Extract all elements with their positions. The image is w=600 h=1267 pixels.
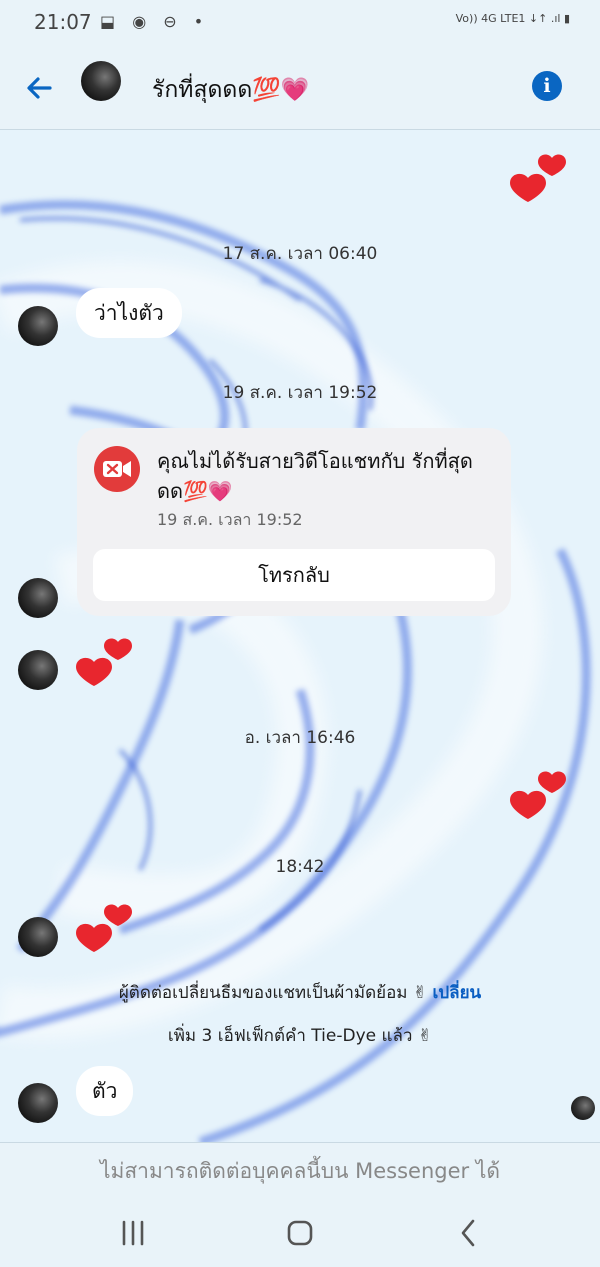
- timestamp: 18:42: [275, 857, 325, 877]
- missed-call-text: คุณไม่ได้รับสายวิดีโอแชทกับ รักที่สุดดด💯…: [157, 449, 473, 503]
- missed-call-time: 19 ส.ค. เวลา 19:52: [157, 510, 303, 529]
- avatar[interactable]: [18, 1083, 58, 1123]
- word-effect-notice: เพิ่ม 3 เอ็ฟเฟ็กต์คำ Tie-Dye แล้ว ✌: [167, 1026, 433, 1046]
- missed-call-card[interactable]: คุณไม่ได้รับสายวิดีโอแชทกับ รักที่สุดดด💯…: [77, 428, 511, 616]
- avatar[interactable]: [18, 578, 58, 618]
- heart-icon: [76, 904, 132, 952]
- timestamp: 19 ส.ค. เวลา 19:52: [222, 383, 378, 403]
- back-button[interactable]: [20, 68, 60, 108]
- recents-icon: [122, 1220, 144, 1246]
- recents-button[interactable]: [103, 1212, 163, 1252]
- nav-back-button[interactable]: [438, 1212, 498, 1252]
- heart-reaction[interactable]: [74, 634, 134, 694]
- theme-change-notice: ผู้ติดต่อเปลี่ยนธีมของแชทเป็นผ้ามัดย้อม …: [0, 979, 600, 1006]
- theme-change-text: ผู้ติดต่อเปลี่ยนธีมของแชทเป็นผ้ามัดย้อม …: [118, 983, 428, 1003]
- heart-icon: [510, 771, 566, 819]
- seen-avatar: [571, 1096, 595, 1120]
- call-back-button[interactable]: โทรกลับ: [93, 549, 495, 601]
- notification-icons: ⬓ ◉ ⊖ •: [100, 12, 210, 31]
- heart-icon: [76, 638, 132, 686]
- heart-reaction[interactable]: [74, 900, 134, 960]
- home-button[interactable]: [270, 1212, 330, 1252]
- info-button[interactable]: i: [532, 71, 562, 101]
- unavailable-banner: ไม่สามารถติดต่อบุคคลนี้บน Messenger ได้: [0, 1142, 600, 1198]
- contact-avatar[interactable]: [81, 61, 121, 101]
- info-icon: i: [543, 75, 551, 97]
- system-nav-bar: [0, 1198, 600, 1267]
- message-bubble[interactable]: ว่าไงตัว: [76, 288, 182, 338]
- avatar[interactable]: [18, 917, 58, 957]
- status-bar: 21:07 ⬓ ◉ ⊖ • Vo)) 4G LTE1 ↓↑ .ıl ▮: [0, 0, 600, 46]
- arrow-left-icon: [27, 77, 52, 99]
- avatar[interactable]: [18, 650, 58, 690]
- heart-icon: [510, 154, 566, 202]
- status-time: 21:07: [34, 10, 92, 34]
- avatar[interactable]: [18, 306, 58, 346]
- heart-reaction[interactable]: [508, 767, 568, 827]
- timestamp: อ. เวลา 16:46: [244, 728, 356, 748]
- chat-header: รักที่สุดดด💯💗 i: [0, 46, 600, 130]
- network-status: Vo)) 4G LTE1 ↓↑ .ıl ▮: [455, 12, 570, 25]
- heart-reaction: [508, 150, 568, 210]
- nav-back-icon: [461, 1219, 475, 1247]
- home-icon: [287, 1220, 313, 1246]
- timestamp: 17 ส.ค. เวลา 06:40: [222, 244, 378, 264]
- change-theme-link[interactable]: เปลี่ยน: [433, 983, 482, 1003]
- contact-name[interactable]: รักที่สุดดด💯💗: [152, 72, 310, 108]
- video-missed-icon: [94, 446, 140, 492]
- message-bubble[interactable]: ตัว: [76, 1066, 134, 1116]
